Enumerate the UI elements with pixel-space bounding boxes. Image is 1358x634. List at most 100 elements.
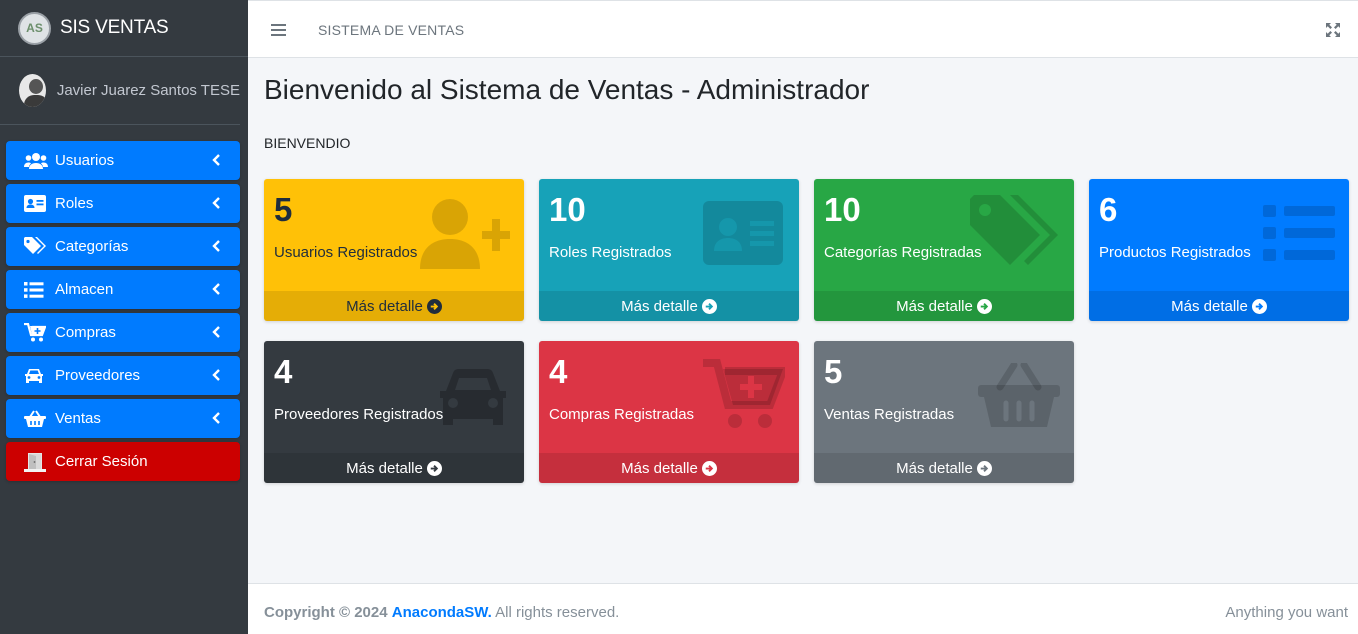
more-details-link[interactable]: Más detalle bbox=[264, 291, 524, 321]
small-box-ventas: 5 Ventas Registradas Más detalle bbox=[814, 341, 1074, 483]
footer-right-text: Anything you want bbox=[1225, 604, 1348, 621]
box-count: 10 bbox=[549, 191, 586, 228]
box-label: Ventas Registradas bbox=[824, 406, 955, 423]
chevron-left-icon bbox=[212, 240, 220, 252]
sidebar-item-label: Roles bbox=[55, 195, 94, 212]
brand-link[interactable]: AS SIS VENTAS bbox=[0, 0, 248, 57]
welcome-text: BIENVENDIO bbox=[264, 135, 351, 151]
chevron-left-icon bbox=[212, 154, 220, 166]
more-details-label: Más detalle bbox=[621, 459, 698, 477]
user-name: Javier Juarez Santos TESE bbox=[56, 82, 240, 99]
sidebar-item-label: Usuarios bbox=[55, 152, 115, 169]
rights-text: All rights reserved. bbox=[495, 604, 620, 621]
cart-plus-icon bbox=[703, 359, 785, 428]
chevron-left-icon bbox=[212, 283, 220, 295]
box-label: Categorías Registradas bbox=[824, 244, 982, 261]
user-panel[interactable]: Javier Juarez Santos TESE bbox=[0, 57, 240, 125]
more-details-link[interactable]: Más detalle bbox=[264, 453, 524, 483]
list-icon bbox=[1263, 205, 1335, 261]
logout-button[interactable]: Cerrar Sesión bbox=[6, 442, 240, 481]
small-box-productos: 6 Productos Registrados Más detalle bbox=[1089, 179, 1349, 321]
box-count: 5 bbox=[274, 191, 293, 228]
avatar bbox=[19, 74, 46, 107]
sidebar-nav: Usuarios Roles Categorías Almacen Compra… bbox=[6, 141, 240, 485]
small-box-categorias: 10 Categorías Registradas Más detalle bbox=[814, 179, 1074, 321]
header-title-link[interactable]: SISTEMA DE VENTAS bbox=[318, 22, 464, 38]
more-details-label: Más detalle bbox=[621, 297, 698, 315]
box-count: 10 bbox=[824, 191, 861, 228]
sidebar-item-compras[interactable]: Compras bbox=[6, 313, 240, 352]
brand-logo: AS bbox=[18, 11, 51, 45]
small-box-compras: 4 Compras Registradas Más detalle bbox=[539, 341, 799, 483]
hamburger-menu-icon[interactable] bbox=[271, 23, 287, 37]
more-details-link[interactable]: Más detalle bbox=[1089, 291, 1349, 321]
sidebar-item-almacen[interactable]: Almacen bbox=[6, 270, 240, 309]
user-plus-icon bbox=[420, 199, 510, 269]
arrow-circle-right-icon bbox=[426, 298, 442, 314]
sidebar-item-categorias[interactable]: Categorías bbox=[6, 227, 240, 266]
id-card-icon bbox=[24, 194, 48, 214]
more-details-link[interactable]: Más detalle bbox=[539, 291, 799, 321]
company-link[interactable]: AnacondaSW. bbox=[392, 604, 492, 621]
arrow-circle-right-icon bbox=[701, 298, 717, 314]
sidebar-item-label: Categorías bbox=[55, 238, 129, 255]
tags-icon bbox=[24, 236, 48, 257]
more-details-label: Más detalle bbox=[896, 297, 973, 315]
box-count: 6 bbox=[1099, 191, 1118, 228]
small-box-roles: 10 Roles Registrados Más detalle bbox=[539, 179, 799, 321]
logout-label: Cerrar Sesión bbox=[55, 453, 148, 470]
basket-icon bbox=[978, 363, 1060, 427]
page-title: Bienvenido al Sistema de Ventas - Admini… bbox=[264, 74, 870, 105]
sidebar-item-label: Ventas bbox=[55, 410, 101, 427]
box-count: 5 bbox=[824, 353, 843, 390]
chevron-left-icon bbox=[212, 326, 220, 338]
car-icon bbox=[24, 366, 48, 386]
more-details-link[interactable]: Más detalle bbox=[539, 453, 799, 483]
small-box-proveedores: 4 Proveedores Registrados Más detalle bbox=[264, 341, 524, 483]
brand-title: SIS VENTAS bbox=[60, 17, 169, 38]
arrow-circle-right-icon bbox=[426, 460, 442, 476]
box-label: Roles Registrados bbox=[549, 244, 672, 261]
fullscreen-icon[interactable] bbox=[1325, 22, 1341, 38]
sidebar-item-usuarios[interactable]: Usuarios bbox=[6, 141, 240, 180]
chevron-left-icon bbox=[212, 197, 220, 209]
main-footer: Copyright © 2024 AnacondaSW. All rights … bbox=[248, 583, 1358, 634]
box-count: 4 bbox=[274, 353, 293, 390]
id-card-icon bbox=[703, 201, 783, 265]
box-label: Usuarios Registrados bbox=[274, 244, 418, 261]
box-count: 4 bbox=[549, 353, 568, 390]
box-label: Productos Registrados bbox=[1099, 244, 1251, 261]
more-details-link[interactable]: Más detalle bbox=[814, 291, 1074, 321]
sidebar-item-proveedores[interactable]: Proveedores bbox=[6, 356, 240, 395]
sidebar-item-label: Almacen bbox=[55, 281, 114, 298]
sidebar-item-label: Compras bbox=[55, 324, 116, 341]
door-icon bbox=[24, 452, 48, 472]
top-navbar: SISTEMA DE VENTAS bbox=[248, 0, 1358, 58]
users-icon bbox=[24, 151, 48, 171]
car-icon bbox=[440, 369, 506, 425]
box-label: Proveedores Registrados bbox=[274, 406, 444, 423]
copyright-year: Copyright © 2024 bbox=[264, 604, 388, 621]
cart-plus-icon bbox=[24, 323, 48, 343]
tags-icon bbox=[970, 195, 1058, 265]
more-details-label: Más detalle bbox=[346, 459, 423, 477]
sidebar-item-ventas[interactable]: Ventas bbox=[6, 399, 240, 438]
sidebar-item-label: Proveedores bbox=[55, 367, 141, 384]
copyright-text: Copyright © 2024 AnacondaSW. All rights … bbox=[264, 604, 619, 621]
chevron-left-icon bbox=[212, 369, 220, 381]
more-details-label: Más detalle bbox=[346, 297, 423, 315]
basket-icon bbox=[24, 409, 48, 429]
arrow-circle-right-icon bbox=[1251, 298, 1267, 314]
arrow-circle-right-icon bbox=[701, 460, 717, 476]
more-details-label: Más detalle bbox=[1171, 297, 1248, 315]
small-box-usuarios: 5 Usuarios Registrados Más detalle bbox=[264, 179, 524, 321]
chevron-left-icon bbox=[212, 412, 220, 424]
sidebar: AS SIS VENTAS Javier Juarez Santos TESE … bbox=[0, 0, 248, 634]
arrow-circle-right-icon bbox=[976, 460, 992, 476]
sidebar-item-roles[interactable]: Roles bbox=[6, 184, 240, 223]
box-label: Compras Registradas bbox=[549, 406, 695, 423]
more-details-link[interactable]: Más detalle bbox=[814, 453, 1074, 483]
list-icon bbox=[24, 280, 48, 300]
arrow-circle-right-icon bbox=[976, 298, 992, 314]
more-details-label: Más detalle bbox=[896, 459, 973, 477]
